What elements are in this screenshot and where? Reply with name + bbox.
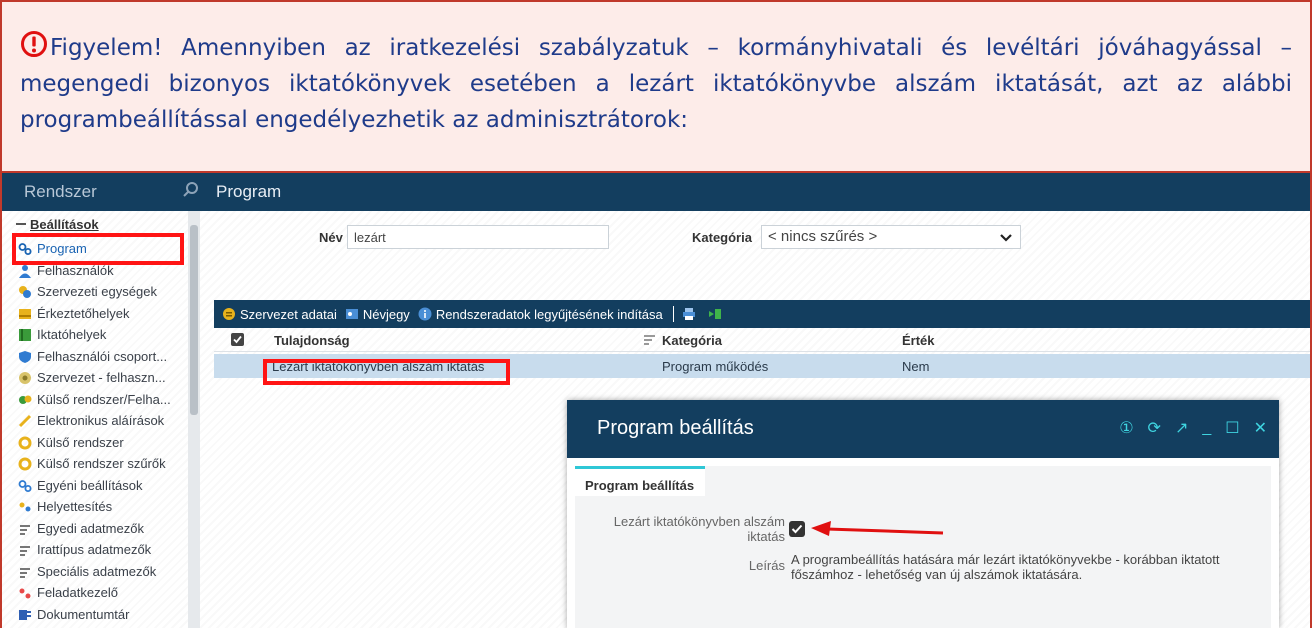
org-icon: [19, 285, 31, 298]
closed-book-subnumber-label: Lezárt iktatókönyvben alszám iktatás: [613, 514, 785, 544]
close-icon[interactable]: ✕: [1254, 418, 1267, 438]
info-icon[interactable]: ①: [1119, 418, 1133, 438]
sidebar-item-org-users[interactable]: Szervezet - felhaszn...: [18, 367, 166, 388]
substitute-icon: [19, 502, 31, 511]
sidebar-item-external-users[interactable]: Külső rendszer/Felha...: [18, 389, 171, 410]
category-select-value: < nincs szűrés >: [768, 228, 878, 245]
property-highlight-box: [263, 359, 510, 385]
dialog-body: Program beállítás Lezárt iktatókönyvben …: [575, 466, 1271, 628]
program-title: Program: [216, 182, 282, 201]
header-category[interactable]: Kategória: [662, 333, 722, 348]
red-arrow-annotation: [811, 521, 944, 536]
fields-icon: [20, 567, 30, 578]
business-card-button[interactable]: Névjegy: [345, 307, 410, 322]
sidebar-item-custom-fields[interactable]: Egyedi adatmezők: [18, 518, 144, 539]
word-icon: [19, 609, 31, 620]
header-value[interactable]: Érték: [902, 333, 935, 348]
dialog-title: Program beállítás: [597, 417, 754, 439]
table-header: Tulajdonság Kategória Érték: [214, 328, 1310, 352]
category-filter-label: Kategória: [692, 230, 752, 245]
external-user-icon: [19, 395, 32, 404]
fields-icon: [20, 545, 30, 556]
popout-arrow-icon[interactable]: ↗: [1175, 418, 1188, 438]
ring-icon: [18, 436, 32, 449]
search-icon[interactable]: [182, 181, 200, 199]
org-data-icon: [223, 308, 235, 320]
sidebar-item-e-signatures[interactable]: Elektronikus aláírások: [18, 410, 164, 431]
gears-icon: [18, 479, 32, 492]
filter-lines-icon[interactable]: [644, 335, 655, 345]
chevron-down-icon: [1000, 234, 1012, 242]
checkmark-icon: [791, 524, 803, 534]
sidebar-item-org-units[interactable]: Szervezeti egységek: [18, 281, 157, 302]
info-icon: [418, 307, 432, 321]
maximize-icon[interactable]: ☐: [1225, 418, 1239, 438]
setting-description: A programbeállítás hatására már lezárt i…: [791, 552, 1220, 582]
name-filter-label: Név: [319, 230, 343, 245]
header-property[interactable]: Tulajdonság: [274, 333, 350, 348]
print-button[interactable]: [682, 307, 700, 321]
sidebar-item-doctype-fields[interactable]: Irattípus adatmezők: [18, 539, 151, 560]
name-filter-input[interactable]: lezárt: [347, 225, 609, 249]
closed-book-subnumber-checkbox[interactable]: [789, 521, 805, 537]
sidebar-item-external-system[interactable]: Külső rendszer: [18, 432, 124, 453]
pen-icon: [18, 414, 32, 427]
sidebar-root-settings[interactable]: Beállítások: [16, 217, 99, 232]
sidebar-item-user-groups[interactable]: Felhasználói csoport...: [18, 346, 167, 367]
sidebar-item-personal-settings[interactable]: Egyéni beállítások: [18, 475, 143, 496]
dialog-header: Program beállítás ① ⟳ ↗ _ ☐ ✕: [567, 400, 1279, 458]
sidebar-item-arrival-places[interactable]: Érkeztetőhelyek: [18, 303, 130, 324]
warning-notice: Figyelem! Amennyiben az iratkezelési sza…: [0, 0, 1312, 173]
sidebar-item-filing-places[interactable]: Iktatóhelyek: [18, 324, 106, 345]
sidebar-item-substitution[interactable]: Helyettesítés: [18, 496, 112, 517]
export-button[interactable]: [708, 307, 726, 321]
program-settings-dialog: Program beállítás ① ⟳ ↗ _ ☐ ✕ Program be…: [567, 400, 1279, 628]
ring-icon: [18, 457, 32, 470]
user-icon: [19, 264, 31, 278]
fields-icon: [20, 524, 30, 535]
category-select[interactable]: < nincs szűrés >: [761, 225, 1021, 249]
sidebar-item-special-fields[interactable]: Speciális adatmezők: [18, 561, 156, 582]
row-category: Program működés: [662, 359, 769, 374]
org-data-button[interactable]: Szervezet adatai: [222, 307, 337, 322]
collect-data-button[interactable]: Rendszeradatok legyűjtésének indítása: [418, 307, 663, 322]
warning-text: Figyelem! Amennyiben az iratkezelési sza…: [20, 35, 1292, 133]
sidebar-item-external-filters[interactable]: Külső rendszer szűrők: [18, 453, 166, 474]
tab-program-settings[interactable]: Program beállítás: [575, 466, 705, 496]
application-screenshot: Rendszer Program Beállítások Program Fel…: [0, 173, 1312, 628]
row-value: Nem: [902, 359, 930, 374]
sidebar-item-task-manager[interactable]: Feladatkezelő: [18, 582, 118, 603]
dialog-controls: ① ⟳ ↗ _ ☐ ✕: [1105, 418, 1267, 438]
tasks-icon: [19, 588, 31, 598]
select-all-checkbox-icon[interactable]: [231, 333, 244, 346]
exclamation-circle-icon: [21, 31, 47, 57]
print-icon: [682, 308, 695, 320]
description-label: Leírás: [748, 558, 785, 573]
minimize-icon[interactable]: _: [1202, 419, 1211, 437]
grid-toolbar: Szervezet adatai Névjegy Rendszeradatok …: [214, 300, 1310, 328]
refresh-icon[interactable]: ⟳: [1148, 418, 1161, 438]
top-bar: Rendszer Program: [2, 173, 1310, 211]
org-user-icon: [19, 371, 31, 384]
program-highlight-box: [12, 233, 184, 265]
book-icon: [19, 328, 31, 341]
toolbar-separator: [672, 306, 674, 322]
sidebar-scroll-thumb[interactable]: [190, 225, 198, 415]
export-icon: [708, 309, 721, 319]
inbox-icon: [19, 308, 31, 319]
sidebar-item-document-store[interactable]: Dokumentumtár: [18, 604, 129, 625]
shield-icon: [19, 350, 31, 363]
system-title: Rendszer: [24, 182, 97, 201]
business-card-icon: [345, 309, 358, 319]
